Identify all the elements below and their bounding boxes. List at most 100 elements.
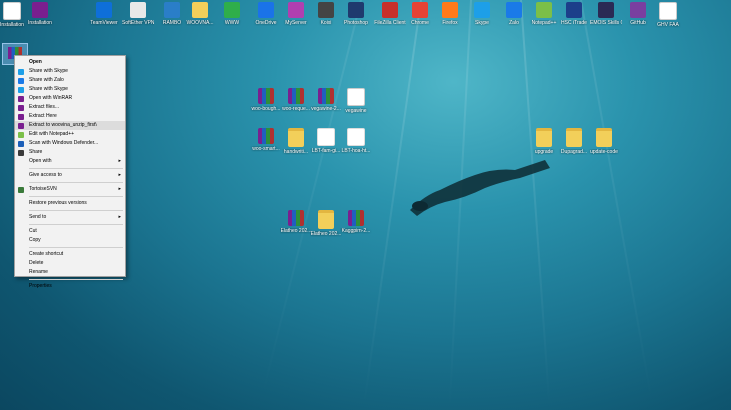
desktop-icon[interactable]: LBT-fam-gi... [310,128,342,154]
winrar-icon [258,88,274,104]
menu-item[interactable]: Extract to woovina_unzip_first\ [15,121,125,130]
chevron-right-icon: ▸ [118,186,121,192]
desktop-icon[interactable]: Elatheo 202... [310,210,342,237]
desktop-icon[interactable]: vegawine-2... [310,88,342,112]
desktop-icon[interactable]: Notepad++ [528,2,560,26]
menu-item[interactable]: TortoiseSVN ▸ [15,185,125,194]
desktop-icon[interactable]: Skype [466,2,498,26]
desktop-icon[interactable]: SoftEther VPN Clie... [122,2,154,26]
menu-item-label: Share with Zalo [29,77,64,83]
desktop-icon-label: FileZilla Client [374,20,406,26]
menu-item-label: TortoiseSVN [29,186,57,192]
menu-item-label: Rename [29,269,48,275]
desktop-icon[interactable]: Chrome [404,2,436,26]
folder-icon [224,2,240,18]
menu-item[interactable]: Open with WinRAR [15,94,125,103]
winrar-icon [288,88,304,104]
desktop-icon[interactable]: woo-bough... [250,88,282,112]
menu-item[interactable]: Copy [15,236,125,245]
menu-item-label: Scan with Windows Defender... [29,140,99,146]
winrar-icon [32,2,48,18]
desktop-icon[interactable]: TeamViewer [88,2,120,26]
menu-separator [29,168,123,169]
desktop-icon[interactable]: GHV FAA [652,2,684,28]
winrar-icon [18,104,24,111]
skype-icon [18,68,24,75]
skype-icon [474,2,490,18]
menu-item-label: Properties [29,283,52,289]
desktop-icon[interactable]: upgrade [528,128,560,155]
desktop-icon-label: Installation [28,20,52,26]
desktop-icon[interactable]: Elatheo 202... [280,210,312,234]
desktop-icon[interactable]: Koixi [310,2,342,26]
menu-item[interactable]: Extract Here [15,112,125,121]
menu-item-label: Open [29,59,42,65]
desktop-icon[interactable]: LBT-hoa-ht... [340,128,372,154]
menu-item[interactable]: Extract files... [15,103,125,112]
menu-item-label: Share [29,149,43,155]
menu-item[interactable]: Send to ▸ [15,213,125,222]
desktop-icon[interactable]: vegawine [340,88,372,114]
desktop-icon[interactable]: Kaggpirn-2... [340,210,372,234]
desktop-icon[interactable]: HSC iTrade [558,2,590,26]
desktop-icon[interactable]: WOOVNA... [184,2,216,26]
desktop-icon[interactable]: woo-reque... [280,88,312,112]
onedrive-icon [258,2,274,18]
desktop-icon-label: WOOVNA... [186,20,214,26]
notepad-icon [18,131,24,138]
menu-item-label: Share with Skype [29,86,68,92]
desktop-icon-label: SoftEther VPN Clie... [122,20,154,26]
menu-separator [29,182,123,183]
menu-item[interactable]: Edit with Notepad++ [15,130,125,139]
filezilla-icon [382,2,398,18]
menu-item[interactable]: Properties [15,282,125,291]
desktop-icon-label: upgrade [534,149,554,155]
desktop-icon[interactable]: Firefox [434,2,466,26]
winrar-icon [348,210,364,226]
winrar-icon [18,113,24,120]
menu-item[interactable]: Create shortcut [15,250,125,259]
menu-item[interactable]: Scan with Windows Defender... [15,139,125,148]
menu-item-label: Edit with Notepad++ [29,131,75,137]
desktop-icon[interactable]: Photoshop [340,2,372,26]
zalo-icon [18,77,24,84]
folder-icon [318,210,334,229]
defender-icon [18,140,24,147]
desktop-icon-label: Kaggpirn-2... [341,228,371,234]
desktop-icon[interactable]: FileZilla Client [374,2,406,26]
menu-item[interactable]: Share with Skype [15,67,125,76]
folder-icon [192,2,208,18]
desktop-icon[interactable]: MyServer [280,2,312,26]
menu-item-label: Copy [29,237,41,243]
menu-item-label: Open with WinRAR [29,95,73,101]
menu-item[interactable]: Share with Skype [15,85,125,94]
menu-item[interactable]: Delete [15,259,125,268]
photoshop-icon [348,2,364,18]
menu-item[interactable]: Share [15,148,125,157]
menu-item[interactable]: Open with ▸ [15,157,125,166]
menu-item[interactable]: Rename [15,268,125,277]
desktop-icon[interactable]: EMOIS Skills Checklist [590,2,622,26]
menu-item[interactable]: Open [15,58,125,67]
desktop-icon-label: LBT-fam-gi... [311,148,341,154]
menu-item[interactable]: Give access to ▸ [15,171,125,180]
desktop-icon-label: GitHub [630,20,646,26]
menu-item[interactable]: Restore previous versions [15,199,125,208]
desktop-icon[interactable]: Dupagrad... [558,128,590,155]
share-icon [18,149,24,156]
desktop-icon[interactable]: GitHub [622,2,654,26]
desktop-icon-label: Dupagrad... [560,149,588,155]
desktop-icon[interactable]: woo-smart... [250,128,282,152]
desktop-icon[interactable]: OneDrive [250,2,282,26]
desktop-icon[interactable]: Installation [24,2,56,26]
desktop-icon-label: GHV FAA [657,22,679,28]
desktop-icon[interactable]: WWW [216,2,248,26]
desktop-icon[interactable]: Zalo [498,2,530,26]
chevron-right-icon: ▸ [118,214,121,220]
github-icon [630,2,646,18]
desktop-icon[interactable]: update-code [588,128,620,155]
desktop-icon[interactable]: handwriti... [280,128,312,155]
menu-item[interactable]: Share with Zalo [15,76,125,85]
pdf-icon [347,128,365,146]
menu-item[interactable]: Cut [15,227,125,236]
